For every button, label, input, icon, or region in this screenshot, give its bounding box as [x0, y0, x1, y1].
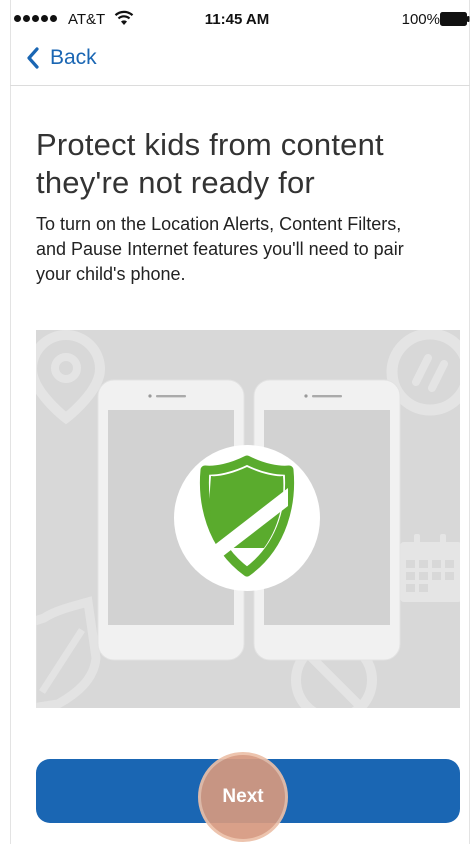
location-pin-icon	[36, 330, 106, 425]
pairing-illustration-art	[36, 330, 460, 708]
page-title: Protect kids from content they're not re…	[36, 127, 384, 200]
tap-indicator	[198, 752, 288, 842]
frame-edge-right	[469, 0, 470, 844]
shield-outline-icon	[36, 596, 101, 708]
back-label: Back	[50, 46, 97, 69]
status-bar: AT&T 11:45 AM 100%	[0, 0, 474, 40]
back-button[interactable]: Back	[26, 46, 97, 70]
chevron-left-icon	[27, 47, 39, 69]
pairing-intro-screen: AT&T 11:45 AM 100% Back Protect kids fro…	[0, 0, 474, 844]
nav-bar: Back	[10, 40, 470, 86]
calendar-icon	[400, 534, 460, 602]
pairing-illustration	[36, 330, 460, 708]
description-text: To turn on the Location Alerts, Content …	[36, 214, 404, 284]
battery-percent: 100%	[401, 11, 440, 28]
frame-edge-left	[10, 0, 11, 844]
battery-icon	[440, 12, 470, 26]
pause-icon	[386, 330, 460, 416]
